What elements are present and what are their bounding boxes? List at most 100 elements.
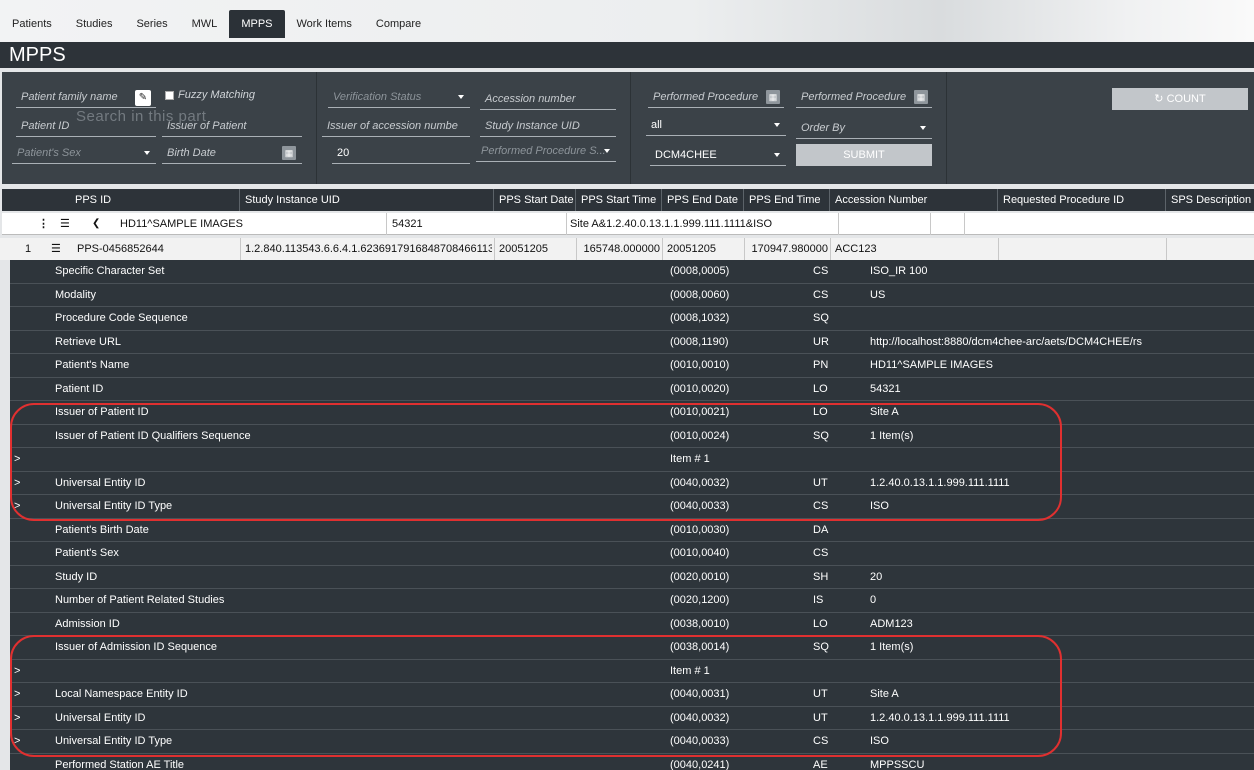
attribute-tag: (0038,0010) [670, 617, 730, 630]
col-requested-procedure-id[interactable]: Requested Procedure ID [998, 189, 1166, 211]
issuer-of-patient-input[interactable]: Issuer of Patient [162, 117, 302, 137]
pps-start-date: 20051205 [499, 243, 548, 255]
list-icon[interactable]: ☰ [48, 238, 61, 260]
patient-family-name-placeholder: Patient family name [21, 91, 118, 103]
attribute-prefix: > [14, 664, 21, 677]
verification-status-select[interactable]: Verification Status [328, 88, 470, 108]
attribute-row[interactable]: Retrieve URL (0008,1190) UR http://localhos… [10, 330, 1254, 354]
more-vert-icon[interactable]: ⋮ [38, 213, 49, 235]
attribute-row[interactable]: Performed Station AE Title (0040,0241) AE M… [10, 753, 1254, 770]
pps-end-time: 170947.980000 [751, 243, 828, 255]
attribute-row[interactable]: > Item # 1 [10, 659, 1254, 683]
attribute-row[interactable]: Issuer of Patient ID Qualifiers Sequence… [10, 424, 1254, 448]
chevron-down-icon [774, 153, 780, 157]
attribute-row[interactable]: Study ID (0020,0010) SH 20 [10, 565, 1254, 589]
pps-status-select[interactable]: Performed Procedure S... [476, 142, 616, 162]
tab-mpps[interactable]: MPPS [229, 10, 285, 38]
attribute-row[interactable]: Patient's Birth Date (0010,0030) DA [10, 518, 1254, 542]
attribute-row[interactable]: > Universal Entity ID Type (0040,0033) CS IS… [10, 730, 1254, 754]
patient-id-input[interactable]: Patient ID [16, 117, 156, 137]
issuer-of-accession-number-input[interactable]: Issuer of accession numbe [322, 117, 470, 137]
col-pps-id[interactable]: PPS ID [70, 189, 240, 211]
attribute-tag: (0008,1190) [670, 335, 729, 348]
attribute-tag: (0010,0030) [670, 523, 730, 536]
attribute-row[interactable]: Patient's Name (0010,0010) PN HD11^SAMPLE I… [10, 354, 1254, 378]
col-study-instance-uid[interactable]: Study Instance UID [240, 189, 494, 211]
col-pps-end-date[interactable]: PPS End Date [662, 189, 744, 211]
issuer-of-patient-placeholder: Issuer of Patient [167, 120, 247, 132]
attribute-vr: LO [813, 382, 828, 395]
attribute-row[interactable]: Patient's Sex (0010,0040) CS [10, 542, 1254, 566]
col-sps-description[interactable]: SPS Description [1166, 189, 1254, 211]
tab-compare[interactable]: Compare [364, 10, 433, 38]
count-button[interactable]: ↻ COUNT [1112, 88, 1248, 110]
fuzzy-matching-label: Fuzzy Matching [178, 89, 256, 101]
cell-divider [830, 238, 831, 260]
refresh-icon: ↻ [1154, 93, 1167, 105]
edit-icon[interactable]: ✎ [135, 90, 151, 106]
cell-divider [964, 213, 965, 235]
attribute-vr: SH [813, 570, 829, 583]
cell-divider [930, 213, 931, 235]
fuzzy-matching-checkbox[interactable]: Fuzzy Matching [165, 89, 255, 101]
submit-button[interactable]: SUBMIT [796, 144, 932, 166]
study-instance-uid-input[interactable]: Study Instance UID [480, 117, 616, 137]
calendar-icon[interactable]: ▦ [282, 146, 296, 160]
study-instance-uid: 1.2.840.113543.6.6.4.1.62369179168487084… [245, 243, 492, 255]
attribute-row[interactable]: Number of Patient Related Studies (0020,1… [10, 589, 1254, 613]
performed-procedure-from-input[interactable]: Performed Procedure [648, 88, 784, 108]
patients-sex-select[interactable]: Patient's Sex [12, 144, 156, 164]
attribute-row[interactable]: Procedure Code Sequence (0008,1032) SQ [10, 307, 1254, 331]
attribute-row[interactable]: Issuer of Patient ID (0010,0021) LO Site A [10, 401, 1254, 425]
tab-studies[interactable]: Studies [64, 10, 125, 38]
pps-status-placeholder: Performed Procedure S... [481, 145, 606, 157]
birth-date-input[interactable]: Birth Date [162, 144, 302, 164]
attribute-name: Universal Entity ID [55, 711, 146, 724]
list-icon[interactable]: ☰ [60, 213, 70, 235]
chevron-down-icon[interactable]: ❮ [92, 213, 100, 235]
attribute-row[interactable]: > Universal Entity ID (0040,0032) UT 1.2.40.… [10, 471, 1254, 495]
calendar-icon[interactable]: ▦ [914, 90, 928, 104]
attribute-row[interactable]: Specific Character Set (0008,0005) CS ISO_I… [10, 260, 1254, 284]
cell-divider [998, 238, 999, 260]
attribute-row[interactable]: Patient ID (0010,0020) LO 54321 [10, 377, 1254, 401]
checkbox-box[interactable] [165, 90, 174, 100]
attribute-row[interactable]: Admission ID (0038,0010) LO ADM123 [10, 612, 1254, 636]
col-pps-start-date[interactable]: PPS Start Date [494, 189, 576, 211]
tab-mwl[interactable]: MWL [180, 10, 230, 38]
performed-procedure-to-input[interactable]: Performed Procedure [796, 88, 932, 108]
attribute-row[interactable]: > Universal Entity ID (0040,0032) UT 1.2.40.… [10, 706, 1254, 730]
attribute-row[interactable]: Modality (0008,0060) CS US [10, 283, 1254, 307]
attribute-row[interactable]: Issuer of Admission ID Sequence (0038,001… [10, 636, 1254, 660]
attribute-value: 1.2.40.0.13.1.1.999.111.1111 [870, 711, 1010, 724]
row-index: 1 [25, 243, 32, 255]
attribute-value: ISO [870, 500, 889, 512]
order-by-select[interactable]: Order By [796, 119, 932, 139]
col-accession-number[interactable]: Accession Number [830, 189, 998, 211]
attribute-list: Specific Character Set (0008,0005) CS ISO_I… [10, 260, 1254, 770]
attribute-vr: UT [813, 711, 828, 724]
attribute-row[interactable]: > Universal Entity ID Type (0040,0033) CS IS… [10, 495, 1254, 519]
all-select-value: all [651, 119, 663, 131]
aet-select[interactable]: DCM4CHEE [650, 146, 786, 166]
tab-series[interactable]: Series [124, 10, 179, 38]
tab-patients[interactable]: Patients [0, 10, 64, 38]
attribute-tag: (0008,0005) [670, 265, 730, 277]
attribute-vr: UT [813, 476, 828, 489]
attribute-tag: (0008,1032) [670, 312, 730, 324]
main-nav: Patients Studies Series MWL MPPS Work It… [0, 10, 433, 38]
attribute-row[interactable]: > Item # 1 [10, 448, 1254, 472]
attribute-vr: AE [813, 758, 828, 770]
calendar-icon[interactable]: ▦ [766, 90, 780, 104]
all-select[interactable]: all [646, 116, 786, 136]
tab-work-items[interactable]: Work Items [285, 10, 364, 38]
performed-procedure-from-placeholder: Performed Procedure [653, 91, 759, 103]
accession-number-input[interactable]: Accession number [480, 90, 616, 110]
limit-input[interactable]: 20 [332, 144, 470, 164]
mpps-row[interactable]: 1 ☰ PPS-0456852644 1.2.840.113543.6.6.4.… [0, 238, 1254, 260]
verification-status-placeholder: Verification Status [333, 91, 422, 103]
patient-row[interactable]: ⋮ ☰ ❮ HD11^SAMPLE IMAGES 54321 Site A&1.… [2, 213, 1254, 235]
attribute-row[interactable]: > Local Namespace Entity ID (0040,0031) UT S… [10, 683, 1254, 707]
col-pps-end-time[interactable]: PPS End Time [744, 189, 830, 211]
col-pps-start-time[interactable]: PPS Start Time [576, 189, 662, 211]
